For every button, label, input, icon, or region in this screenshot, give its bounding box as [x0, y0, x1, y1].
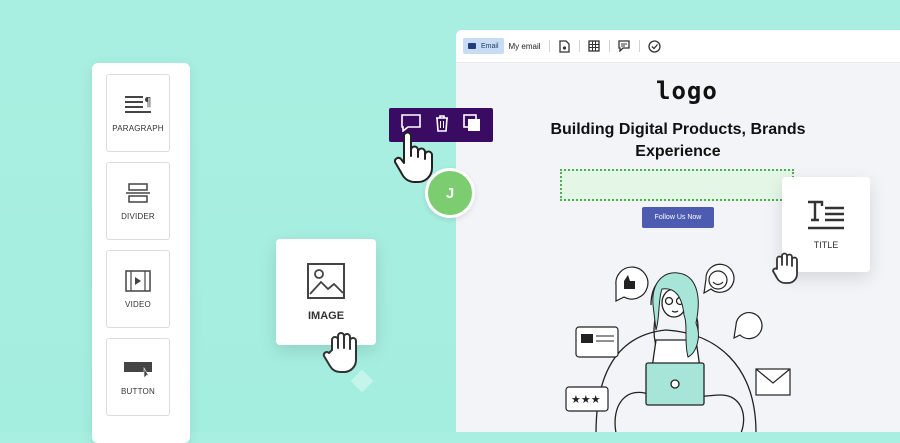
email-tag-label: Email: [481, 42, 499, 50]
toolbar-divider: [638, 40, 640, 52]
title-icon: [808, 200, 844, 229]
email-tag[interactable]: Email: [463, 38, 504, 54]
person-laptop-illustration: ★★★: [565, 263, 791, 432]
svg-text:¶: ¶: [144, 95, 152, 109]
grab-hand-icon: [772, 252, 798, 284]
toolbar-divider: [608, 40, 610, 52]
image-card-label: IMAGE: [307, 310, 345, 322]
collaborator-avatar[interactable]: J: [425, 168, 475, 218]
palette-divider[interactable]: DIVIDER: [106, 162, 170, 240]
palette-label: VIDEO: [125, 299, 151, 309]
grid-icon[interactable]: [588, 40, 601, 53]
palette-button[interactable]: BUTTON: [106, 338, 170, 416]
follow-us-button[interactable]: Follow Us Now: [642, 207, 714, 228]
check-circle-icon[interactable]: [647, 39, 661, 53]
palette-label: BUTTON: [121, 386, 155, 396]
envelope-icon: [468, 43, 476, 49]
editor-toolbar: Email My email: [456, 30, 900, 63]
palette-video[interactable]: VIDEO: [106, 250, 170, 328]
paragraph-icon: ¶: [125, 95, 152, 113]
drop-zone[interactable]: [560, 169, 794, 201]
palette-label: PARAGRAPH: [112, 123, 164, 133]
comment-icon[interactable]: [618, 40, 631, 53]
email-name[interactable]: My email: [509, 42, 541, 51]
duplicate-icon[interactable]: [462, 113, 481, 137]
svg-text:★★★: ★★★: [571, 393, 601, 406]
toolbar-divider: [548, 40, 550, 52]
block-palette: ¶ PARAGRAPH DIVIDER VIDEO BUTTON: [92, 63, 190, 443]
video-icon: [125, 269, 151, 292]
button-icon: [124, 361, 152, 379]
toolbar-divider: [578, 40, 580, 52]
email-headline[interactable]: Building Digital Products, Brands Experi…: [536, 119, 820, 163]
document-icon[interactable]: [558, 39, 571, 53]
palette-label: DIVIDER: [121, 211, 155, 221]
palette-paragraph[interactable]: ¶ PARAGRAPH: [106, 74, 170, 152]
image-icon: [307, 263, 345, 299]
divider-icon: [126, 182, 150, 203]
email-logo[interactable]: logo: [656, 77, 718, 105]
title-card-label: TITLE: [813, 239, 839, 250]
